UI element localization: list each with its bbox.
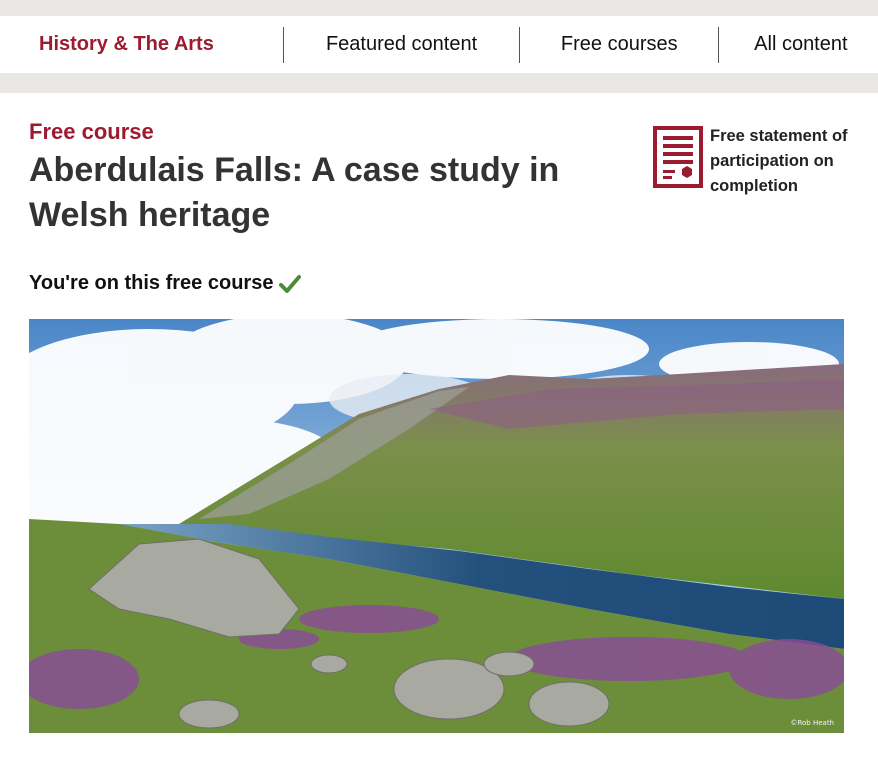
landscape-photo: . (29, 319, 844, 733)
hero-image: . ©Rob Heath (29, 319, 844, 733)
certificate-icon (653, 126, 703, 188)
nav-top-strip (0, 0, 878, 16)
main-nav: History & The Arts Featured content Free… (0, 16, 878, 73)
check-icon (279, 274, 302, 293)
nav-bottom-strip (0, 73, 878, 93)
nav-item-free-courses[interactable]: Free courses (520, 16, 718, 73)
photo-credit: ©Rob Heath (790, 719, 834, 727)
enrolled-status-text: You're on this free course (29, 272, 274, 294)
certificate-info: Free statement of participation on compl… (710, 127, 848, 195)
course-type-label: Free course (29, 119, 154, 144)
enrolled-status: You're on this free course (29, 272, 302, 295)
nav-brand-link[interactable]: History & The Arts (0, 16, 283, 73)
nav-item-featured-content[interactable]: Featured content (284, 16, 520, 73)
nav-item-all-content[interactable]: All content (719, 16, 878, 73)
page-title: Aberdulais Falls: A case study in Welsh … (29, 151, 560, 234)
